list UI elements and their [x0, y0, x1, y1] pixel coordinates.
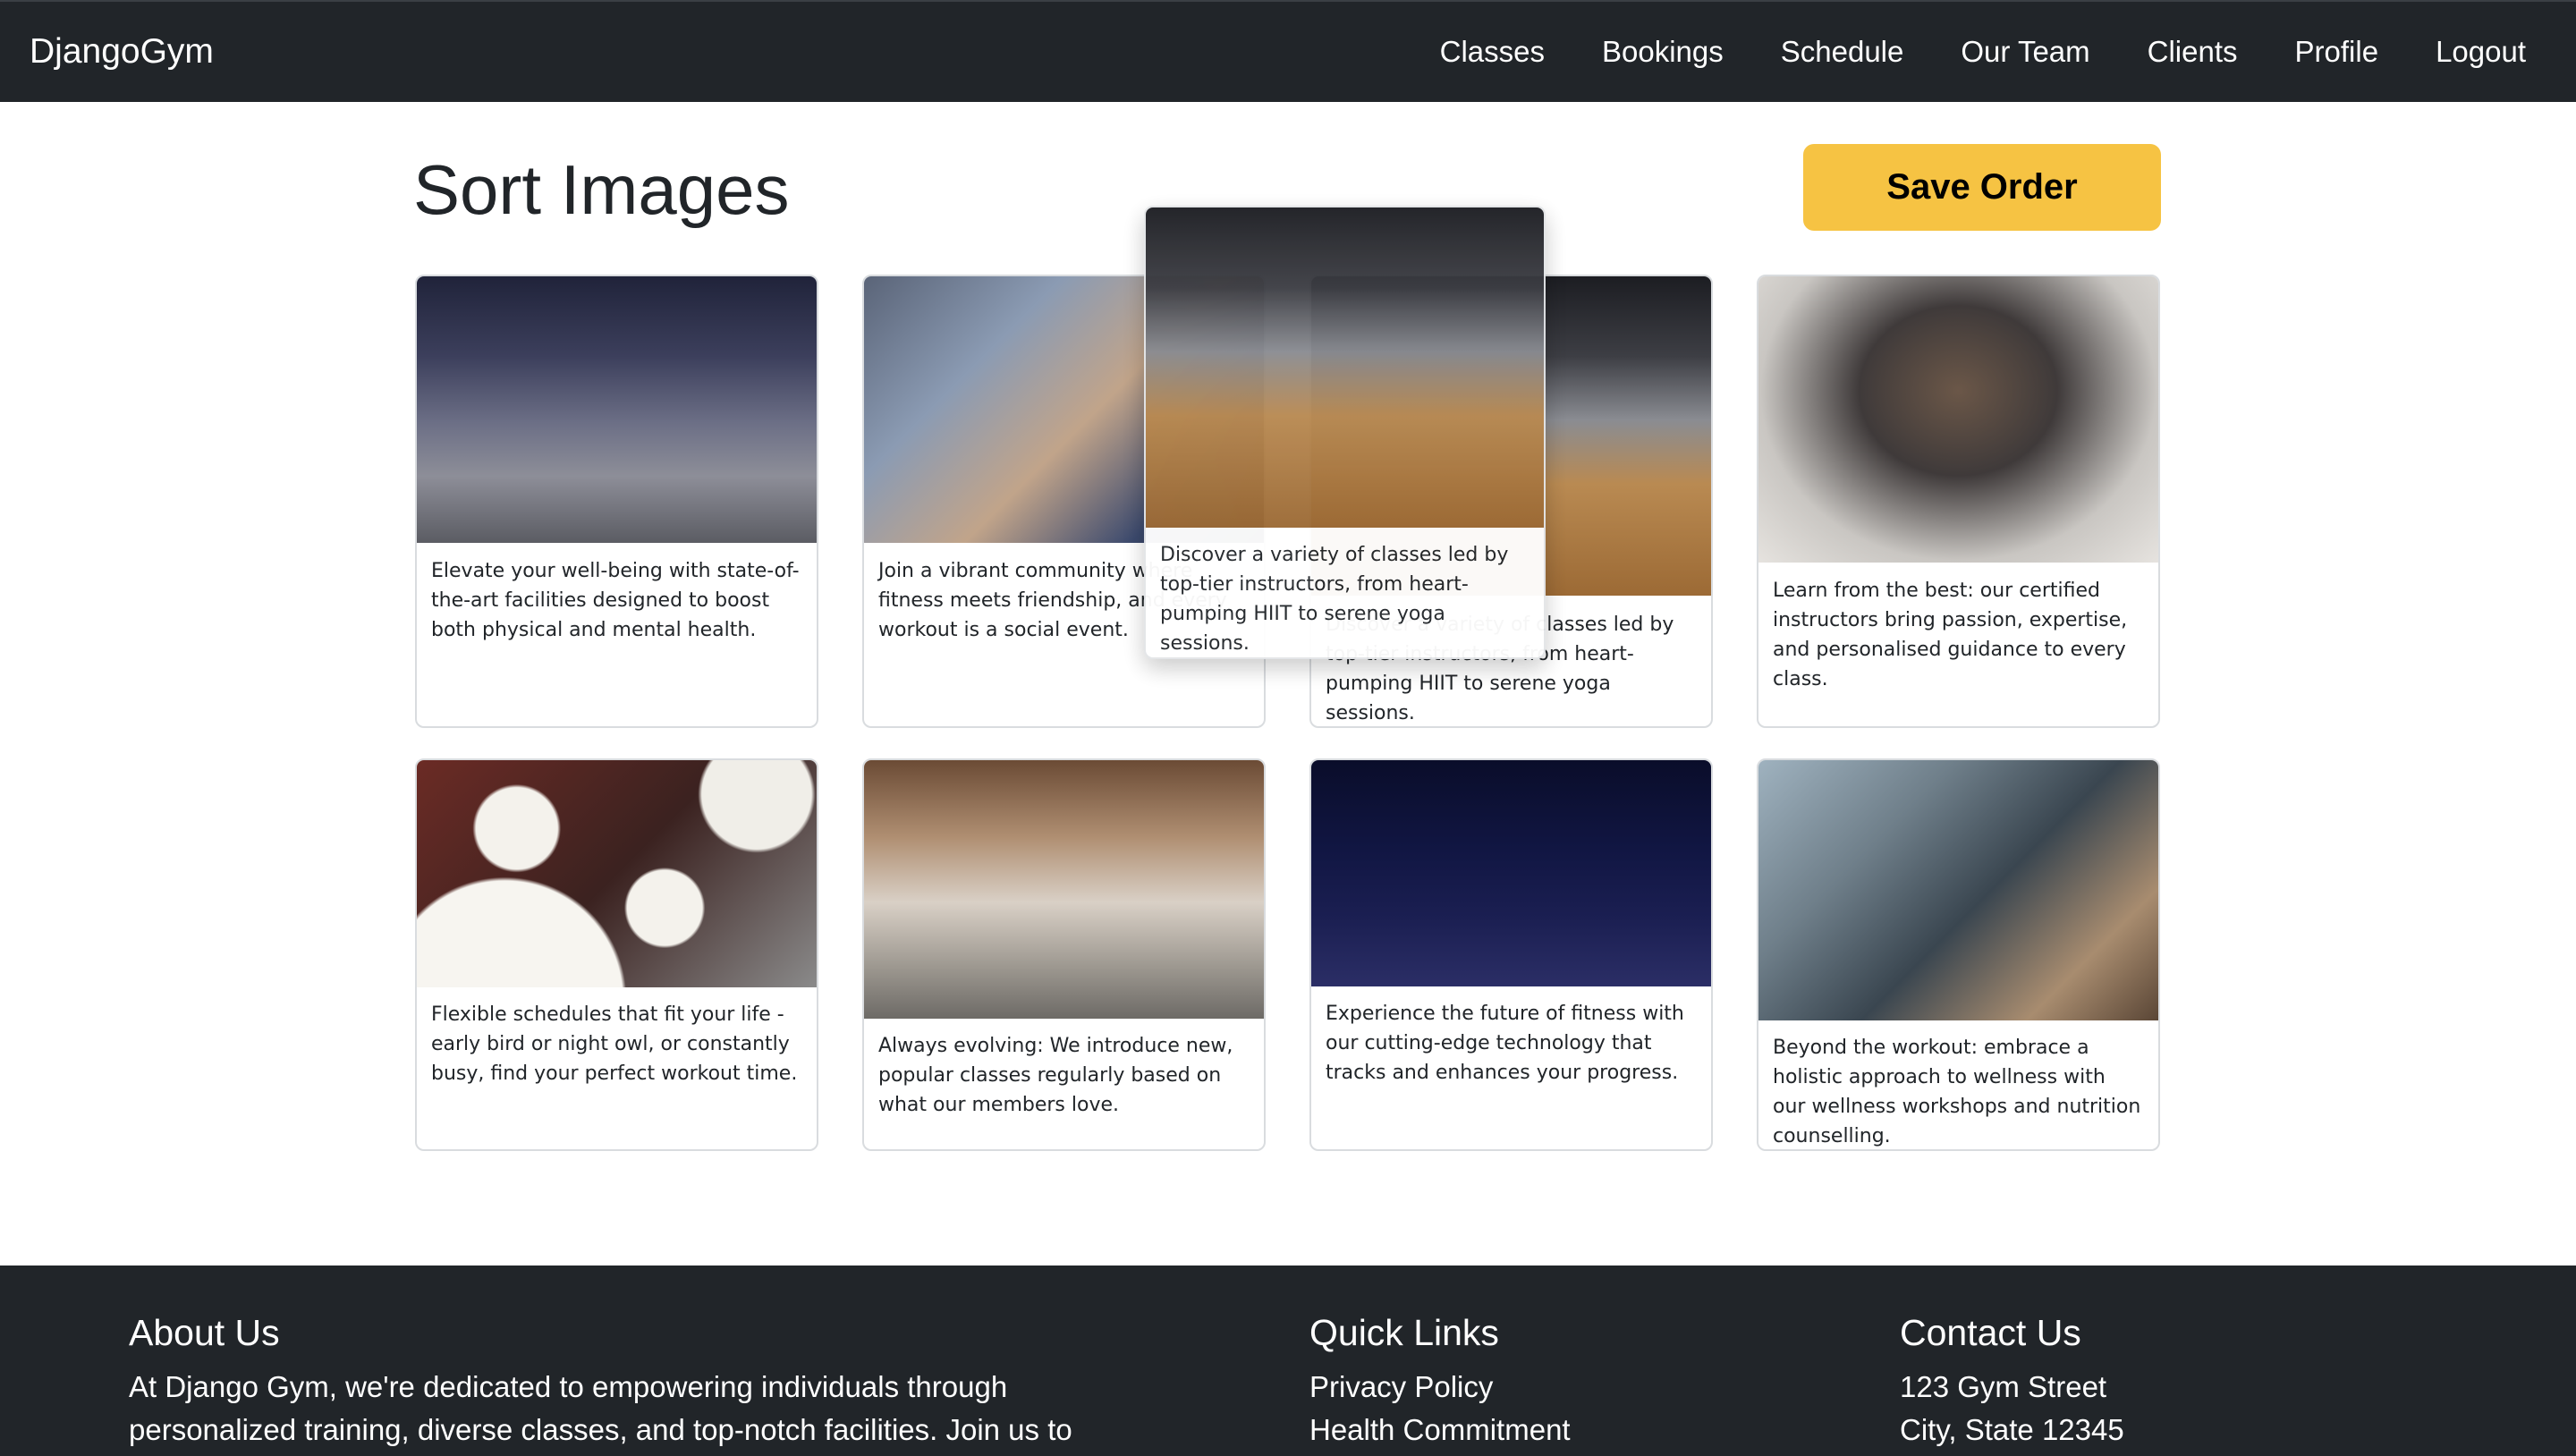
image-card[interactable]: Experience the future of fitness with ou…	[1309, 758, 1713, 1151]
nav-logout[interactable]: Logout	[2436, 30, 2526, 73]
fitness-monitor-image	[1311, 760, 1711, 986]
contact-us-heading: Contact Us	[1900, 1312, 2081, 1353]
brand-logo[interactable]: DjangoGym	[30, 30, 214, 73]
quick-links-list: Privacy Policy Health Commitment	[1309, 1366, 1571, 1452]
dragging-image-card[interactable]: Discover a variety of classes led by top…	[1144, 206, 1546, 659]
save-order-button[interactable]: Save Order	[1803, 144, 2161, 231]
footer: About Us At Django Gym, we're dedicated …	[0, 1266, 2576, 1456]
about-us-text: At Django Gym, we're dedicated to empowe…	[129, 1370, 1072, 1446]
card-description: Experience the future of fitness with ou…	[1326, 1003, 1684, 1084]
nav-schedule[interactable]: Schedule	[1781, 30, 1904, 73]
image-card[interactable]: Always evolving: We introduce new, popul…	[862, 758, 1266, 1151]
card-description: Flexible schedules that fit your life - …	[431, 1003, 798, 1085]
wellness-consultation-image	[1758, 760, 2158, 1020]
image-card[interactable]: Beyond the workout: embrace a holistic a…	[1757, 758, 2160, 1151]
card-description: Learn from the best: our certified instr…	[1773, 580, 2128, 690]
nav-clients[interactable]: Clients	[2148, 30, 2238, 73]
card-description: Elevate your well-being with state-of-th…	[431, 560, 800, 641]
about-us-heading: About Us	[129, 1312, 280, 1353]
nav-links: Classes Bookings Schedule Our Team Clien…	[1440, 30, 2526, 73]
contact-address-line: 123 Gym Street	[1900, 1370, 2107, 1403]
image-card[interactable]: Flexible schedules that fit your life - …	[415, 758, 818, 1151]
group-class-image	[864, 760, 1264, 1019]
spin-class-image	[1146, 207, 1544, 528]
image-card[interactable]: Elevate your well-being with state-of-th…	[415, 275, 818, 728]
navbar: DjangoGym Classes Bookings Schedule Our …	[0, 0, 2576, 102]
nav-our-team[interactable]: Our Team	[1961, 30, 2089, 73]
nav-profile[interactable]: Profile	[2295, 30, 2379, 73]
gym-facility-image	[417, 276, 817, 543]
image-card[interactable]: Learn from the best: our certified instr…	[1757, 275, 2160, 728]
clocks-image	[417, 760, 817, 987]
contact-city-line: City, State 12345	[1900, 1413, 2124, 1446]
quick-links-heading: Quick Links	[1309, 1312, 1499, 1353]
privacy-policy-link[interactable]: Privacy Policy	[1309, 1366, 1571, 1409]
card-description: Always evolving: We introduce new, popul…	[878, 1035, 1233, 1116]
nav-classes[interactable]: Classes	[1440, 30, 1545, 73]
card-description: Discover a variety of classes led by top…	[1160, 544, 1509, 655]
card-description: Beyond the workout: embrace a holistic a…	[1773, 1037, 2141, 1147]
nav-bookings[interactable]: Bookings	[1602, 30, 1724, 73]
health-commitment-link[interactable]: Health Commitment	[1309, 1409, 1571, 1452]
contact-info: 123 Gym Street City, State 12345	[1900, 1366, 2124, 1452]
page-title: Sort Images	[413, 150, 790, 229]
instructor-kettlebell-image	[1758, 276, 2158, 563]
